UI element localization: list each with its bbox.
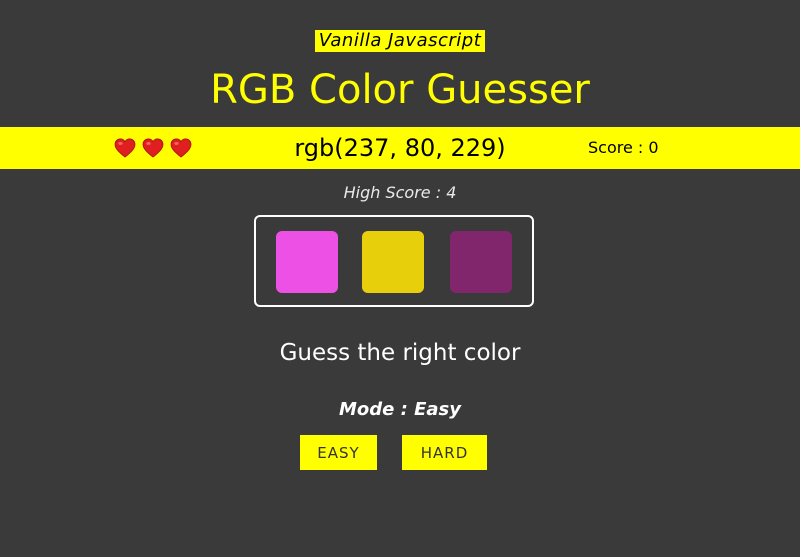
easy-mode-button[interactable]: EASY [300,435,377,470]
high-score-label: High Score : 4 [343,183,457,202]
page-title: RGB Color Guesser [210,67,590,113]
color-option-1[interactable] [276,231,338,293]
target-rgb-value: rgb(237, 80, 229) [294,134,506,162]
color-option-3[interactable] [450,231,512,293]
tagline-container: Vanilla Javascript [0,30,800,52]
guess-prompt: Guess the right color [279,340,521,366]
status-bar: rgb(237, 80, 229) Score : 0 [0,127,800,169]
tagline: Vanilla Javascript [314,30,486,52]
page: Vanilla Javascript RGB Color Guesser rgb… [0,0,800,557]
mode-label: Mode : Easy [339,399,461,420]
score-label: Score : 0 [588,138,659,157]
hard-mode-button[interactable]: HARD [402,435,487,470]
color-option-2[interactable] [362,231,424,293]
color-options-panel [254,215,534,307]
